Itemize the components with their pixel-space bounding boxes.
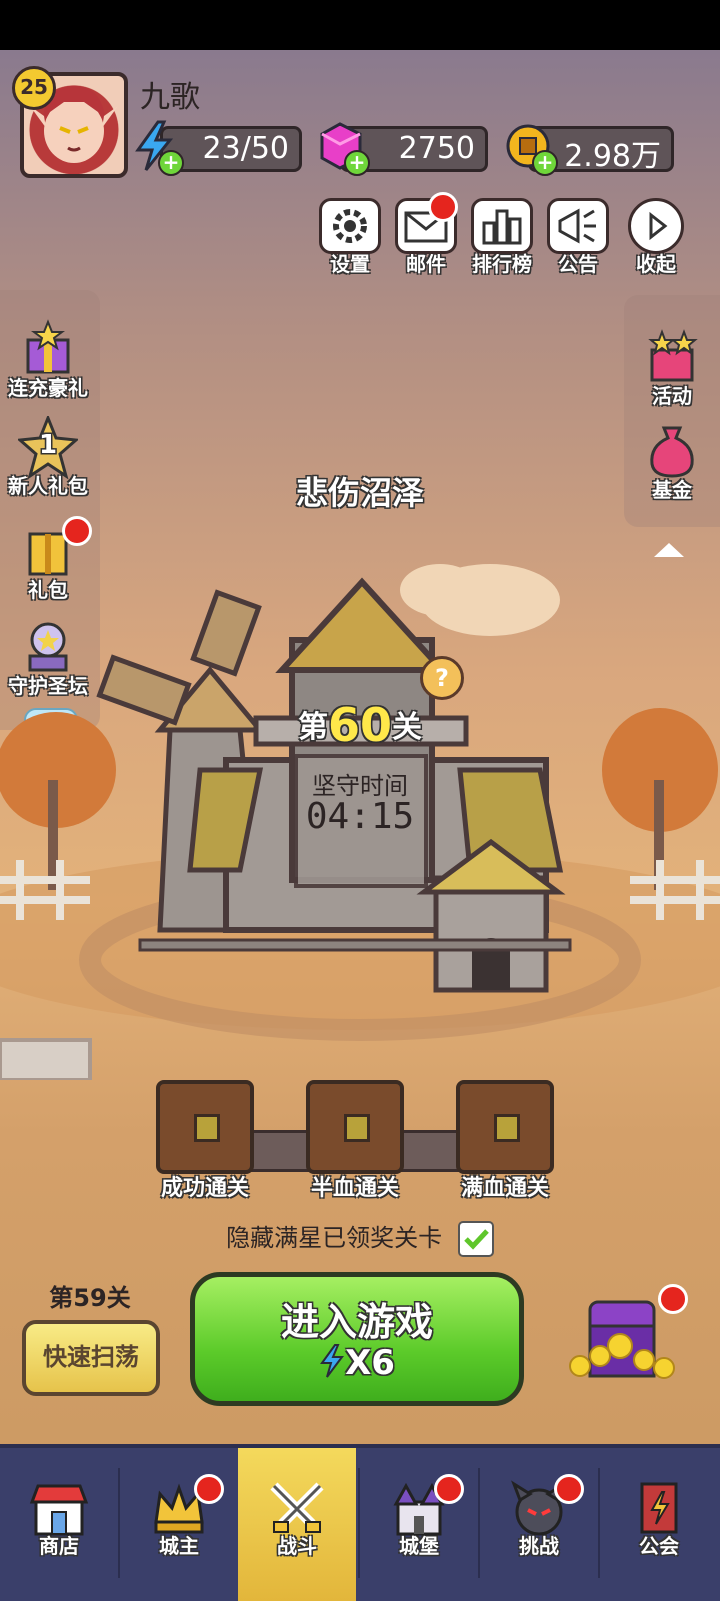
add-gem-icon[interactable]: + [344, 150, 370, 176]
crown-icon [148, 1474, 224, 1540]
chest-success[interactable]: 成功通关 [155, 1080, 255, 1202]
treasure-chest-icon [306, 1080, 404, 1174]
settings-button[interactable]: 设置 [318, 198, 382, 277]
treasure-chest-icon [156, 1080, 254, 1174]
chest-half-hp-label: 半血通关 [310, 1176, 399, 1201]
gem-value: 2750 [398, 131, 475, 166]
activity-button[interactable]: 活动 [624, 326, 720, 409]
gift-box-icon [18, 318, 78, 378]
enter-game-cost: X6 [195, 1343, 519, 1383]
star-icon: 1 [16, 413, 80, 480]
nav-guild[interactable]: 公会 [600, 1448, 718, 1601]
chest-full-hp-label: 满血通关 [460, 1176, 549, 1201]
nav-challenge[interactable]: 挑战 [480, 1448, 598, 1601]
treasure-notification-dot [658, 1284, 688, 1314]
status-bar [0, 0, 720, 50]
notice-button[interactable]: 公告 [546, 198, 610, 277]
megaphone-icon [547, 198, 609, 254]
chest-success-label: 成功通关 [160, 1176, 249, 1201]
game-screen: 25 九歌 23/50 + 2750 + 2.98万 + 设置 邮件 排行榜 公… [0, 50, 720, 1601]
star-gift-icon [642, 326, 702, 386]
gear-icon [319, 198, 381, 254]
stage-title: 悲伤沼泽 [295, 474, 424, 512]
checkbox-checked-icon[interactable] [457, 1221, 494, 1257]
mail-button[interactable]: 邮件 [394, 192, 458, 277]
lightning-icon [320, 1344, 345, 1378]
lord-notification-dot [194, 1474, 224, 1504]
nav-battle[interactable]: 战斗 [238, 1448, 356, 1601]
level-suffix: 关 [392, 710, 422, 745]
nav-lord[interactable]: 城主 [120, 1448, 238, 1601]
enter-cost-value: X6 [345, 1343, 395, 1383]
newbie-pack-number: 1 [38, 430, 58, 460]
level-prefix: 第 [297, 710, 328, 745]
collapse-button[interactable]: 收起 [624, 198, 688, 277]
chest-full-hp[interactable]: 满血通关 [455, 1080, 555, 1202]
play-circle-icon [628, 198, 684, 254]
castle-notification-dot [434, 1474, 464, 1504]
bar-chart-icon [471, 198, 533, 254]
stage-level-label: 第60关 [0, 698, 720, 752]
stamina-value: 23/50 [202, 131, 289, 166]
player-level-badge: 25 [12, 66, 56, 110]
recharge-gift-button[interactable]: 连充豪礼 [0, 318, 96, 401]
hidden-star-row[interactable]: 隐藏满星已领奖关卡 [0, 1218, 720, 1257]
castle-icon [388, 1474, 464, 1540]
treasure-chest-icon [456, 1080, 554, 1174]
hidden-star-label: 隐藏满星已领奖关卡 [226, 1224, 443, 1252]
gold-value: 2.98万 [564, 139, 661, 174]
previous-level-label: 第59关 [49, 1284, 131, 1312]
add-stamina-icon[interactable]: + [158, 150, 184, 176]
enter-game-label: 进入游戏 [280, 1300, 433, 1344]
player-name: 九歌 [140, 80, 200, 115]
challenge-notification-dot [554, 1474, 584, 1504]
ranking-button[interactable]: 排行榜 [470, 198, 534, 277]
add-gold-icon[interactable]: + [532, 150, 558, 176]
level-number: 60 [327, 698, 392, 752]
hold-time-value: 04:15 [305, 796, 415, 837]
mail-notification-dot [428, 192, 458, 222]
help-question-icon[interactable]: ? [420, 656, 464, 700]
quick-sweep-button[interactable]: 快速扫荡 [22, 1320, 160, 1396]
treasure-gold-button[interactable] [560, 1284, 688, 1386]
bottom-nav: 商店 城主 战斗 城堡 挑战 公会 [0, 1444, 720, 1601]
enter-game-button[interactable]: 进入游戏 X6 [190, 1272, 524, 1406]
guild-banner-icon [628, 1478, 690, 1540]
nav-shop[interactable]: 商店 [0, 1448, 118, 1601]
chest-half-hp[interactable]: 半血通关 [305, 1080, 405, 1202]
demon-icon [508, 1474, 584, 1540]
nav-castle[interactable]: 城堡 [360, 1448, 478, 1601]
shop-icon [28, 1478, 90, 1540]
crossed-swords-icon [266, 1478, 328, 1540]
